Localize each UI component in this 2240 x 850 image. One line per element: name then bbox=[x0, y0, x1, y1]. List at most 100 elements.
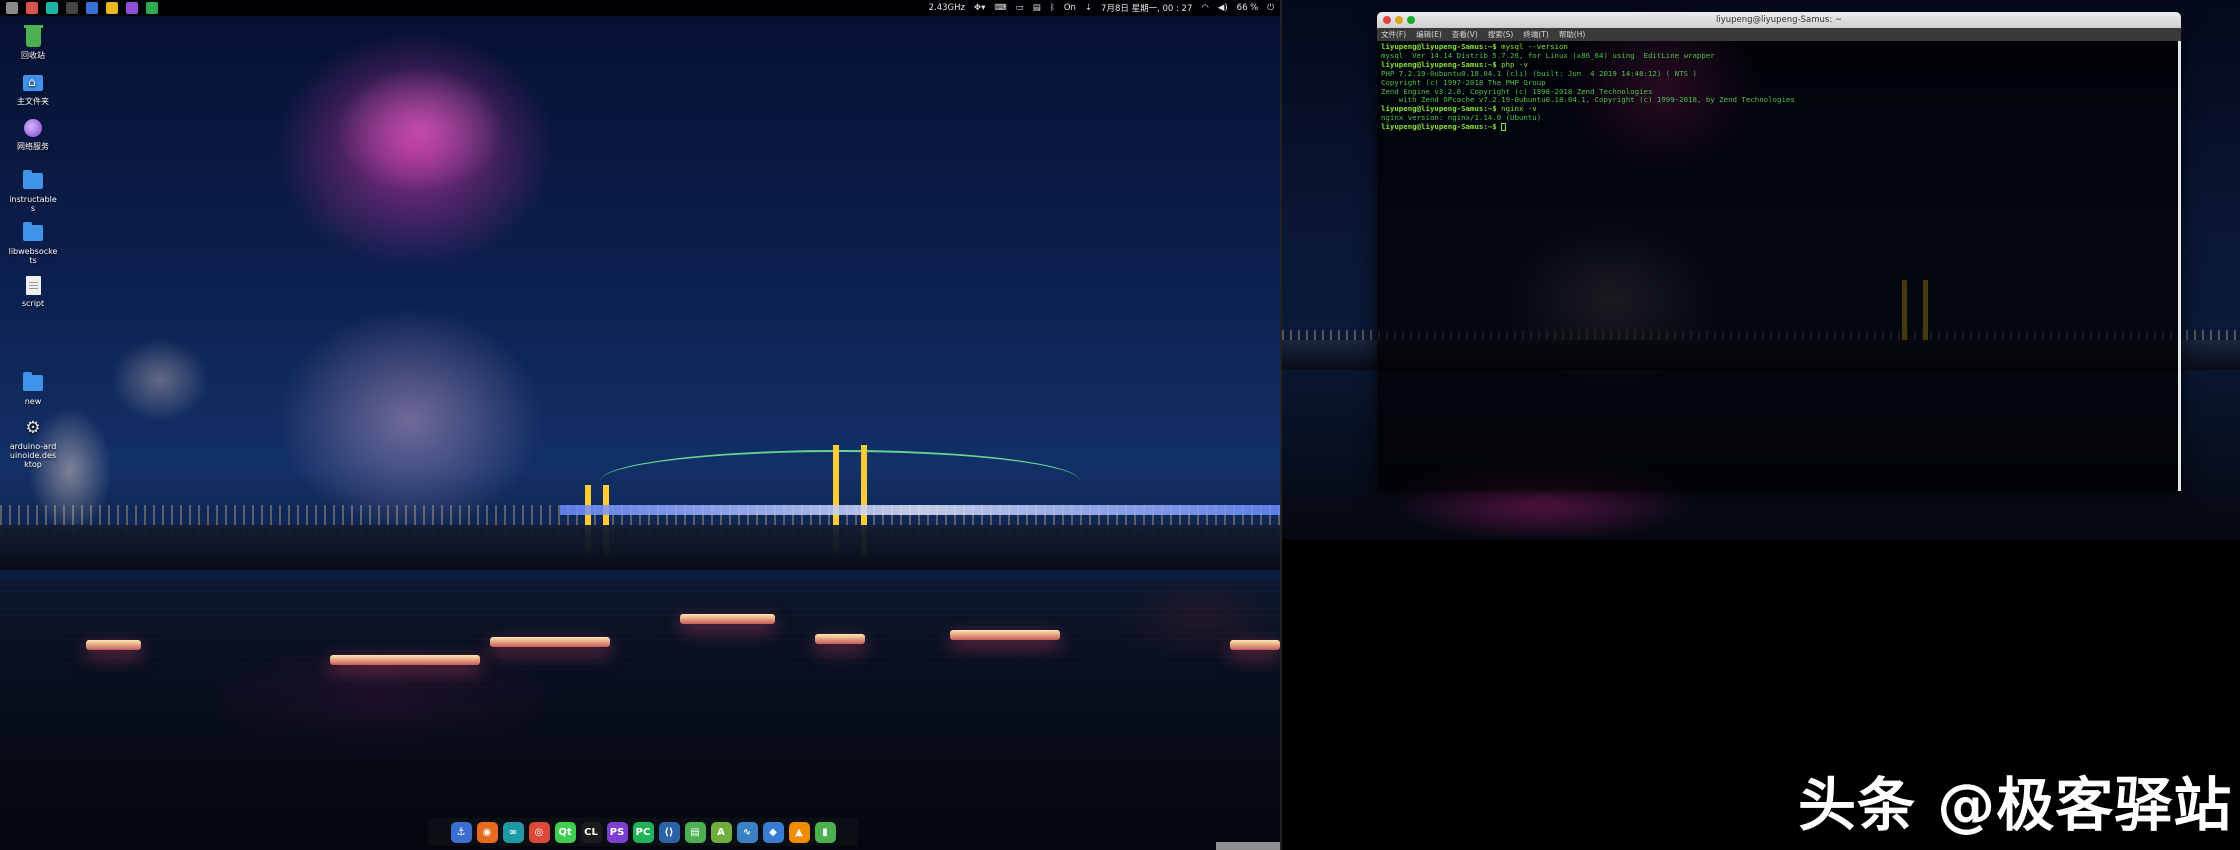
folder-icon bbox=[23, 222, 43, 241]
boat bbox=[1230, 640, 1280, 650]
boat bbox=[680, 614, 775, 624]
boat bbox=[815, 634, 865, 644]
desktop-icon-instructables[interactable]: instructables bbox=[8, 170, 58, 213]
terminal-titlebar[interactable]: liyupeng@liyupeng-Samus: ~ bbox=[1377, 12, 2181, 28]
download-icon[interactable]: ⇣ bbox=[1085, 3, 1092, 13]
power-icon[interactable]: ⏻ bbox=[1267, 3, 1274, 13]
desktop-icon-label: libwebsockets bbox=[8, 247, 58, 265]
bluetooth-icon[interactable]: ᛒ bbox=[1050, 3, 1055, 13]
wifi-icon[interactable]: ◠ bbox=[1201, 3, 1208, 13]
clion-icon[interactable]: CL bbox=[580, 821, 602, 843]
shell-command: php -v bbox=[1496, 59, 1528, 69]
boat bbox=[950, 630, 1060, 640]
desktop-icon-home[interactable]: 主文件夹 bbox=[8, 72, 58, 106]
menu-help[interactable]: 帮助(H) bbox=[1559, 28, 1586, 41]
shoreline bbox=[0, 525, 1280, 570]
terminal-title: liyupeng@liyupeng-Samus: ~ bbox=[1715, 15, 1843, 25]
bag-icon[interactable]: ◆ bbox=[762, 821, 784, 843]
cpu-frequency[interactable]: 2.43GHz bbox=[929, 3, 965, 13]
desktop-icon-label: instructables bbox=[9, 195, 57, 213]
minimize-button[interactable] bbox=[1395, 16, 1403, 24]
command-output: Zend Engine v3.2.0, Copyright (c) 1998-2… bbox=[1381, 86, 1653, 96]
datetime[interactable]: 7月8日 星期一, 00 : 27 bbox=[1101, 2, 1192, 14]
terminal-icon[interactable] bbox=[66, 2, 78, 14]
chrome-icon[interactable]: ◎ bbox=[528, 821, 550, 843]
trash-icon bbox=[23, 24, 43, 47]
terminal-window[interactable]: liyupeng@liyupeng-Samus: ~ 文件(F) 编辑(E) 查… bbox=[1377, 12, 2181, 491]
settings-icon[interactable]: ✥▾ bbox=[974, 3, 985, 13]
display-icon[interactable]: ▭ bbox=[1016, 3, 1024, 13]
phpstorm-icon[interactable]: PS bbox=[606, 821, 628, 843]
desktop-icon-libwebsockets[interactable]: libwebsockets bbox=[8, 222, 58, 265]
vlc-icon[interactable]: ▲ bbox=[788, 821, 810, 843]
watermark: 头条 @极客驿站 bbox=[1798, 771, 2233, 839]
menu-terminal[interactable]: 终端(T) bbox=[1523, 28, 1548, 41]
document-icon bbox=[25, 275, 41, 295]
shield-icon[interactable] bbox=[46, 2, 58, 14]
shell-prompt: liyupeng@liyupeng-Samus:~$ bbox=[1381, 104, 1497, 114]
menu-file[interactable]: 文件(F) bbox=[1381, 28, 1406, 41]
files-icon[interactable] bbox=[6, 2, 18, 14]
command-output: PHP 7.2.19-0ubuntu0.18.04.1 (cli) (built… bbox=[1381, 68, 1697, 78]
desktop-label bbox=[1216, 842, 1280, 850]
command-output: mysql Ver 14.14 Distrib 5.7.26, for Linu… bbox=[1381, 50, 1715, 60]
monitor-icon[interactable] bbox=[146, 2, 158, 14]
desktop-icon-label: 网络服务 bbox=[17, 142, 49, 151]
panel-app-indicators bbox=[6, 2, 158, 14]
gear-icon: ⚙ bbox=[25, 418, 41, 438]
desktop-icon-label: 回收站 bbox=[21, 51, 45, 60]
editor-icon[interactable] bbox=[86, 2, 98, 14]
dock: ⚓ ◉ ∞ ◎ Qt CL PS PC ⟨⟩ ▤ A ∿ ◆ ▲ ▮ bbox=[428, 818, 858, 846]
firefox-icon[interactable]: ◉ bbox=[476, 821, 498, 843]
desktop-icon-trash[interactable]: 回收站 bbox=[8, 24, 58, 60]
desktop-icon-script[interactable]: script bbox=[8, 274, 58, 308]
desktop-icon-label: script bbox=[21, 299, 45, 308]
jetbrains-icon[interactable] bbox=[126, 2, 138, 14]
boat bbox=[490, 637, 610, 647]
input-method-indicator[interactable]: On bbox=[1064, 3, 1076, 13]
command-output: Copyright (c) 1997-2018 The PHP Group bbox=[1381, 77, 1546, 87]
trash-icon[interactable]: ▮ bbox=[814, 821, 836, 843]
shell-command: mysql --version bbox=[1496, 42, 1568, 51]
terminal-scrollbar[interactable] bbox=[2178, 41, 2181, 491]
files-icon[interactable]: ▤ bbox=[684, 821, 706, 843]
menu-view[interactable]: 查看(V) bbox=[1452, 28, 1478, 41]
network-icon bbox=[24, 119, 42, 137]
app-red-icon[interactable] bbox=[26, 2, 38, 14]
shell-command: nginx -v bbox=[1496, 104, 1537, 114]
left-desktop[interactable]: 2.43GHz ✥▾ ⌨ ▭ ▤ ᛒ On ⇣ 7月8日 星期一, 00 : 2… bbox=[0, 0, 1280, 850]
shell-prompt: liyupeng@liyupeng-Samus:~$ bbox=[1381, 59, 1497, 69]
android-studio-icon[interactable]: A bbox=[710, 821, 732, 843]
pycharm-icon[interactable]: PC bbox=[632, 821, 654, 843]
battery-status[interactable]: 66 % bbox=[1237, 3, 1259, 13]
menu-search[interactable]: 搜索(S) bbox=[1488, 28, 1514, 41]
anchor-icon[interactable]: ⚓ bbox=[450, 821, 472, 843]
volume-icon[interactable]: ◀) bbox=[1218, 3, 1228, 13]
keyboard-icon[interactable]: ⌨ bbox=[994, 3, 1006, 13]
desktop-icon-label: 主文件夹 bbox=[17, 97, 49, 106]
vscode-icon[interactable]: ⟨⟩ bbox=[658, 821, 680, 843]
bridge-deck bbox=[560, 505, 1280, 515]
folder-icon bbox=[23, 170, 43, 189]
desktop-icon-label: arduino-arduinoide.desktop bbox=[9, 442, 57, 469]
window-icon[interactable]: ▤ bbox=[1033, 3, 1041, 13]
arduino-icon[interactable]: ∞ bbox=[502, 821, 524, 843]
chrome-icon[interactable] bbox=[106, 2, 118, 14]
monitor-icon[interactable]: ∿ bbox=[736, 821, 758, 843]
window-controls bbox=[1383, 16, 1415, 24]
desktop-icon-network[interactable]: 网络服务 bbox=[8, 117, 58, 151]
shell-prompt: liyupeng@liyupeng-Samus:~$ bbox=[1381, 122, 1497, 132]
desktop-icon-arduino[interactable]: ⚙ arduino-arduinoide.desktop bbox=[8, 417, 58, 469]
maximize-button[interactable] bbox=[1407, 16, 1415, 24]
desktop-icon-new[interactable]: new bbox=[8, 372, 58, 406]
command-output: with Zend OPcache v7.2.19-0ubuntu0.18.04… bbox=[1381, 95, 1795, 105]
terminal-output[interactable]: liyupeng@liyupeng-Samus:~$ mysql --versi… bbox=[1377, 41, 2181, 491]
boat bbox=[86, 640, 141, 650]
command-output: nginx version: nginx/1.14.0 (Ubuntu) bbox=[1381, 113, 1542, 123]
close-button[interactable] bbox=[1383, 16, 1391, 24]
menu-edit[interactable]: 编辑(E) bbox=[1416, 28, 1442, 41]
qt-icon[interactable]: Qt bbox=[554, 821, 576, 843]
folder-icon bbox=[23, 372, 43, 391]
desktop-icon-label: new bbox=[24, 397, 42, 406]
shell-prompt: liyupeng@liyupeng-Samus:~$ bbox=[1381, 42, 1497, 51]
